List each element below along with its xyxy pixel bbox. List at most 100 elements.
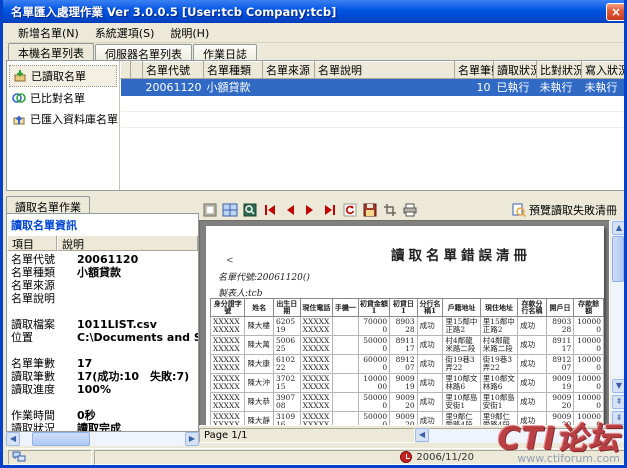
scroll-track[interactable]: [20, 432, 185, 446]
rc-id: XXXXXXXXXX: [211, 411, 245, 426]
report-row: XXXXXXXXXX 陳大沖 370215 XXXXXXXXXX 1000000…: [211, 373, 604, 392]
cell-write-status: 未執行: [582, 79, 626, 96]
list-header-type[interactable]: 名單種類: [204, 62, 263, 79]
page-up-button[interactable]: ⇞: [612, 395, 626, 409]
whole-page-view-icon[interactable]: [201, 201, 219, 219]
info-row-label: 名單來源: [11, 279, 77, 292]
report-viewer-panel: 預覽讀取失敗清冊 < 讀取名單錯誤清冊 名單代號:20061120() 製表人:…: [199, 196, 627, 446]
multi-page-view-icon[interactable]: [221, 201, 239, 219]
rc-addr-reg: 里10鄰島安街1: [443, 392, 480, 411]
sidebar-item-label: 已匯入資料庫名單: [30, 111, 118, 127]
first-page-icon[interactable]: [261, 201, 279, 219]
info-row-label: 名單筆數: [11, 357, 77, 370]
scroll-left-button[interactable]: ◀: [415, 428, 429, 442]
page-down-button[interactable]: ⇟: [612, 411, 626, 425]
report-row: XXXXXXXXXX 陳大恭 390708 XXXXXXXXXX 500000 …: [211, 392, 604, 411]
report-back-mark: <: [226, 256, 234, 266]
rc-open-date: 900920: [546, 411, 574, 426]
rc-phone: XXXXXXXXXX: [300, 354, 332, 373]
status-grip-cell: [8, 450, 92, 465]
rc-branch1: 成功: [417, 335, 443, 354]
rc-birth: 620519: [274, 316, 301, 335]
menu-system-options[interactable]: 系統選項(S): [87, 23, 163, 43]
list-header-desc[interactable]: 名單說明: [315, 62, 455, 79]
report-page-bar: Page 1/1 ◀: [199, 428, 627, 443]
refresh-icon[interactable]: [341, 201, 359, 219]
page-indicator: Page 1/1: [199, 428, 415, 443]
zoom-view-icon[interactable]: [241, 201, 259, 219]
list-header-select[interactable]: [121, 62, 131, 79]
status-message-cell: 2006/11/20: [94, 450, 625, 465]
rc-id: XXXXXXXXXX: [211, 373, 245, 392]
rh-balance: 存款餘額: [574, 299, 604, 317]
info-header-item[interactable]: 項目: [7, 235, 57, 251]
info-row: 名單說明: [11, 292, 198, 305]
read-work-panel: 讀取名單作業 讀取名單資訊 項目 說明 名單代號 20061120 名單種類 小…: [6, 196, 199, 446]
print-icon[interactable]: [401, 201, 419, 219]
compare-list-icon: [12, 91, 26, 105]
rc-addr-reg: 村4鄰龍米路二段: [443, 335, 480, 354]
crop-icon[interactable]: [381, 201, 399, 219]
tab-server-list[interactable]: 伺服器名單列表: [95, 44, 192, 60]
info-row-label: 讀取檔案: [11, 318, 77, 331]
rh-loan-date1: 初貸日1: [390, 299, 418, 317]
scroll-track[interactable]: [611, 236, 627, 378]
scroll-right-button[interactable]: ▶: [185, 432, 199, 446]
scroll-thumb[interactable]: [612, 236, 624, 282]
rc-phone: XXXXXXXXXX: [300, 392, 332, 411]
tab-read-list-job[interactable]: 讀取名單作業: [6, 196, 90, 213]
tab-job-log[interactable]: 作業日誌: [193, 44, 257, 60]
list-header-write-status[interactable]: 寫入狀況: [582, 62, 626, 79]
rc-addr-cur: 里15鄰中正路2: [480, 316, 517, 335]
scroll-left-button[interactable]: ◀: [6, 432, 20, 446]
rc-loan-date1: 890328: [390, 316, 418, 335]
list-row-selected[interactable]: 20061120 小額貸款 10 已執行 未執行 未執行: [121, 79, 626, 96]
info-header-desc[interactable]: 說明: [57, 235, 198, 251]
rh-phone: 現住電話: [300, 299, 332, 317]
rc-loan-date1: 900920: [390, 411, 418, 426]
list-header-count[interactable]: 名單筆數: [455, 62, 494, 79]
last-page-icon[interactable]: [321, 201, 339, 219]
next-page-icon[interactable]: [301, 201, 319, 219]
sidebar-item-read-lists[interactable]: 已讀取名單: [9, 65, 117, 87]
window-title: 名單匯入處理作業 Ver 3.0.0.5 [User:tcb Company:t…: [11, 4, 606, 20]
rc-addr-reg: 里9鄰仁愛路4段: [443, 411, 480, 426]
list-header-compare-status[interactable]: 比對狀況: [537, 62, 582, 79]
list-row-empty: [121, 112, 626, 128]
sidebar-item-imported-db-lists[interactable]: 已匯入資料庫名單: [9, 109, 117, 129]
info-row-label: 讀取進度: [11, 383, 77, 396]
scroll-down-button[interactable]: ▼: [612, 379, 626, 393]
info-row-label: 位置: [11, 331, 77, 344]
prev-page-icon[interactable]: [281, 201, 299, 219]
rc-deposit-branch: 成功: [518, 316, 547, 335]
info-row: 作業時間 0秒: [11, 409, 198, 422]
report-vertical-scrollbar: ▲ ▼ ⇞ ⇟: [611, 220, 627, 426]
list-header-icon[interactable]: [131, 62, 143, 79]
scroll-track[interactable]: [429, 428, 627, 443]
list-header-source[interactable]: 名單來源: [263, 62, 315, 79]
rc-phone: XXXXXXXXXX: [300, 316, 332, 335]
info-rows: 名單代號 20061120 名單種類 小額貸款 名單來源 名單說明: [7, 251, 198, 432]
list-header-read-status[interactable]: 讀取狀況: [494, 62, 537, 79]
sidebar-item-label: 已比對名單: [30, 90, 85, 106]
tab-local-list[interactable]: 本機名單列表: [8, 43, 94, 60]
rc-name: 陳大恭: [245, 392, 274, 411]
list-header-code[interactable]: 名單代號: [143, 62, 204, 79]
menu-help[interactable]: 說明(H): [162, 23, 217, 43]
status-bar: 2006/11/20: [6, 448, 627, 465]
sidebar-item-compared-lists[interactable]: 已比對名單: [9, 88, 117, 108]
save-icon[interactable]: [361, 201, 379, 219]
info-row-value: 17(成功:10 失敗:7): [77, 370, 189, 383]
rc-birth: 500625: [274, 335, 301, 354]
rc-open-date: 891117: [546, 335, 574, 354]
info-row-label: 名單代號: [11, 253, 77, 266]
scroll-up-button[interactable]: ▲: [612, 221, 626, 235]
info-row: [11, 305, 198, 318]
menu-new-list[interactable]: 新增名單(N): [10, 23, 87, 43]
rc-addr-reg: 街19巷3弄22: [443, 354, 480, 373]
scroll-thumb[interactable]: [32, 432, 90, 446]
close-button[interactable]: ×: [606, 3, 626, 21]
rc-mobile: [333, 335, 359, 354]
rc-deposit-branch: 成功: [518, 335, 547, 354]
preview-fail-report-button[interactable]: 預覽讀取失敗清冊: [508, 201, 621, 219]
